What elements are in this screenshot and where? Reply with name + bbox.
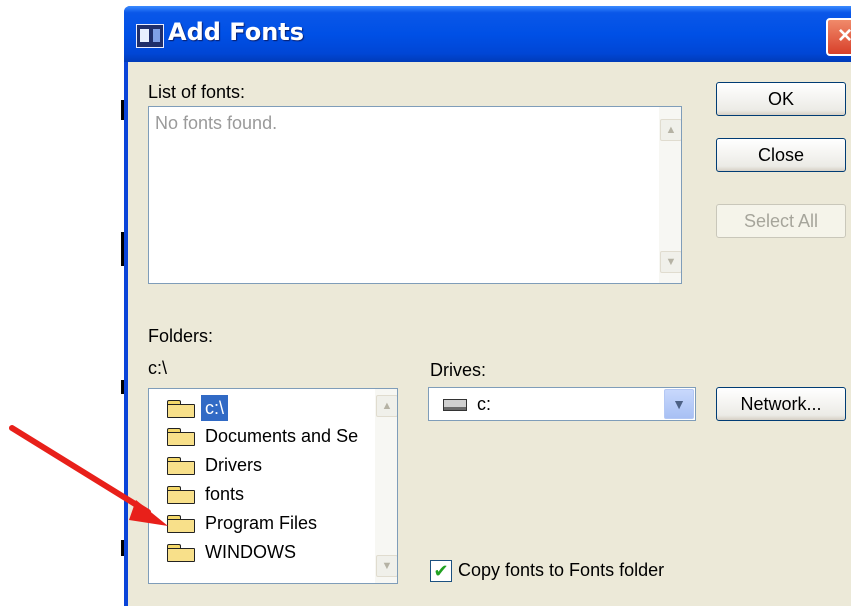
red-arrow-icon: [9, 425, 168, 526]
annotation-arrow-overlay: [9, 425, 168, 526]
